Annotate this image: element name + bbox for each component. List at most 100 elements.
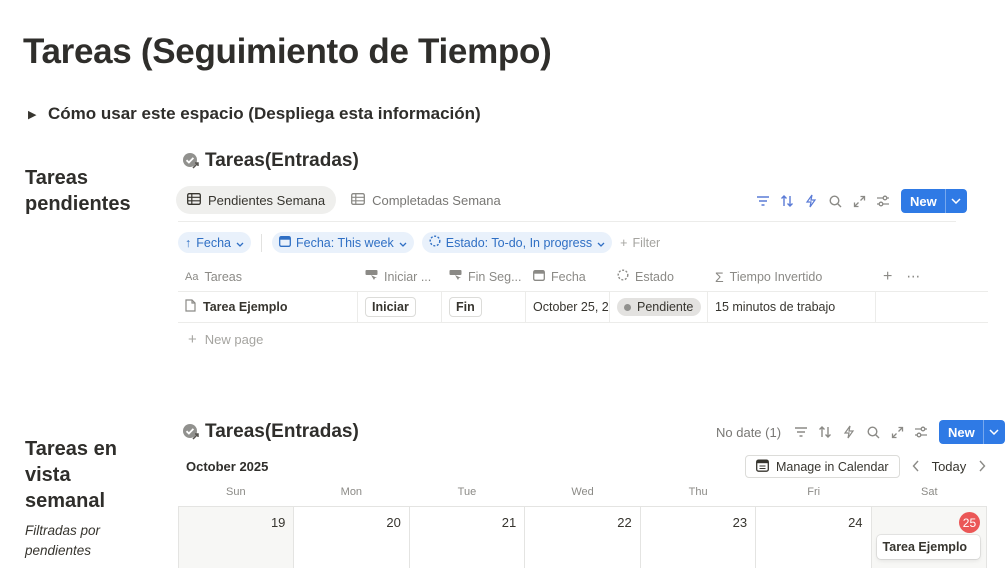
manage-in-calendar-button[interactable]: Manage in Calendar (745, 455, 900, 478)
tab-completadas-semana[interactable]: Completadas Semana (340, 186, 512, 214)
today-button[interactable]: Today (932, 459, 967, 474)
toggle-label: Cómo usar este espacio (Despliega esta i… (48, 104, 481, 123)
calendar-day-cell[interactable]: 21 (410, 507, 526, 568)
new-page-row[interactable]: + New page (178, 323, 988, 355)
tab-pendientes-semana[interactable]: Pendientes Semana (176, 186, 337, 214)
new-button[interactable]: New (939, 420, 1005, 444)
calendar-db-title[interactable]: Tareas(Entradas) (182, 421, 359, 443)
weekday-label: Tue (457, 486, 477, 498)
how-to-toggle[interactable]: ▶ Cómo usar este espacio (Despliega esta… (28, 104, 481, 124)
column-label: Fin Seg... (468, 269, 522, 284)
cell-tarea[interactable]: Tarea Ejemplo (178, 292, 358, 322)
calendar-day-cell[interactable]: 24 (756, 507, 872, 568)
calendar-day-cell-today[interactable]: 25 Tarea Ejemplo (871, 507, 987, 568)
calendar-day-cell[interactable]: 19 (179, 507, 295, 568)
chip-label: Fecha (196, 235, 231, 250)
heading-line: Tareas en (25, 438, 117, 460)
column-header-iniciar[interactable]: Iniciar ... (358, 262, 442, 291)
new-button[interactable]: New (901, 189, 967, 213)
calendar-event-card[interactable]: Tarea Ejemplo (876, 535, 980, 559)
status-loader-icon (429, 235, 441, 250)
weekday-label: Mon (340, 486, 363, 498)
add-filter-label: Filter (632, 235, 661, 250)
calendar-nav: Manage in Calendar Today (745, 455, 986, 478)
sort-icon[interactable] (817, 424, 833, 440)
automation-bolt-icon[interactable] (841, 424, 857, 440)
heading-line: vista (25, 464, 71, 486)
column-header-fecha[interactable]: Fecha (526, 262, 610, 291)
sort-chip[interactable]: ↑ Fecha (178, 232, 251, 253)
new-page-label: New page (204, 331, 264, 347)
manage-label: Manage in Calendar (776, 459, 889, 474)
cell-fecha[interactable]: October 25, 2025 (526, 292, 610, 322)
sort-icon[interactable] (779, 193, 795, 209)
add-filter-button[interactable]: + Filter (620, 236, 660, 250)
arrow-up-icon: ↑ (185, 235, 192, 250)
status-label: Pendiente (637, 300, 694, 314)
column-label: Estado (635, 269, 674, 284)
column-header-fin[interactable]: Fin Seg... (442, 262, 526, 291)
more-options-icon[interactable]: ⋯ (906, 268, 920, 285)
table-view-icon (187, 192, 201, 208)
chevron-down-icon[interactable] (944, 189, 967, 213)
chevron-down-icon[interactable] (982, 420, 1005, 444)
day-number: 22 (617, 515, 632, 530)
subtitle-line: pendientes (25, 543, 92, 558)
filter-icon[interactable] (793, 424, 809, 440)
no-date-button[interactable]: No date (1) (716, 425, 781, 440)
table-row[interactable]: Tarea Ejemplo Iniciar Fin October 25, 20… (178, 292, 988, 323)
cell-estado[interactable]: Pendiente (610, 292, 708, 322)
calendar-day-cell[interactable]: 23 (641, 507, 757, 568)
day-number: 19 (270, 515, 286, 530)
task-name: Tarea Ejemplo (203, 300, 288, 314)
settings-sliders-icon[interactable] (875, 193, 891, 209)
cell-tiempo[interactable]: 15 minutos de trabajo (708, 292, 876, 322)
today-date-badge: 25 (958, 512, 980, 533)
table-toolbar: New (755, 189, 967, 213)
tab-label: Pendientes Semana (208, 192, 326, 208)
iniciar-button[interactable]: Iniciar (365, 297, 416, 317)
calendar-week-grid: 19 20 21 22 23 24 25 Tarea Ejemplo (178, 506, 987, 568)
status-filter-chip[interactable]: Estado: To-do, In progress (421, 232, 613, 253)
status-loader-icon (617, 269, 629, 284)
day-number: 21 (501, 515, 517, 530)
expand-icon[interactable] (889, 424, 905, 440)
date-value: October 25, 2025 (533, 300, 609, 314)
calendar-day-cell[interactable]: 20 (294, 507, 410, 568)
table-header: Aa Tareas Iniciar ... Fin Seg... Fecha E… (178, 262, 988, 292)
column-header-tareas[interactable]: Aa Tareas (178, 262, 358, 291)
settings-sliders-icon[interactable] (913, 424, 929, 440)
db-title-text: Tareas(Entradas) (205, 421, 359, 442)
toggle-triangle-icon[interactable]: ▶ (28, 108, 38, 121)
automation-bolt-icon[interactable] (803, 193, 819, 209)
table-view-icon (351, 192, 366, 208)
cell-fin: Fin (442, 292, 526, 322)
filter-icon[interactable] (755, 193, 771, 209)
column-header-tiempo[interactable]: Σ Tiempo Invertido (708, 262, 876, 291)
cell-iniciar: Iniciar (358, 292, 442, 322)
table-db-title[interactable]: Tareas(Entradas) (182, 150, 359, 172)
fin-button[interactable]: Fin (449, 297, 482, 317)
calendar-day-cell[interactable]: 22 (525, 507, 641, 568)
expand-icon[interactable] (851, 193, 867, 209)
tab-label: Completadas Semana (372, 192, 501, 208)
chevron-left-icon[interactable] (912, 459, 920, 475)
heading-weekly-view: Tareas en vista semanal (25, 436, 117, 514)
search-icon[interactable] (827, 193, 843, 209)
checklist-db-icon (182, 423, 200, 441)
column-header-estado[interactable]: Estado (610, 262, 708, 291)
weekday-label: Thu (688, 486, 708, 498)
column-label: Iniciar ... (384, 269, 432, 284)
checklist-db-icon (182, 152, 200, 170)
chevron-right-icon[interactable] (978, 459, 986, 475)
db-title-text: Tareas(Entradas) (205, 150, 359, 171)
day-number: 23 (732, 515, 748, 530)
chevron-down-icon (399, 236, 407, 250)
button-property-icon (449, 269, 462, 284)
divider (261, 233, 262, 252)
add-column-plus-icon[interactable]: + (883, 268, 892, 286)
search-icon[interactable] (865, 424, 881, 440)
status-dot-icon (624, 303, 631, 311)
date-filter-chip[interactable]: Fecha: This week (272, 232, 414, 253)
chip-label: Fecha: This week (296, 235, 394, 250)
